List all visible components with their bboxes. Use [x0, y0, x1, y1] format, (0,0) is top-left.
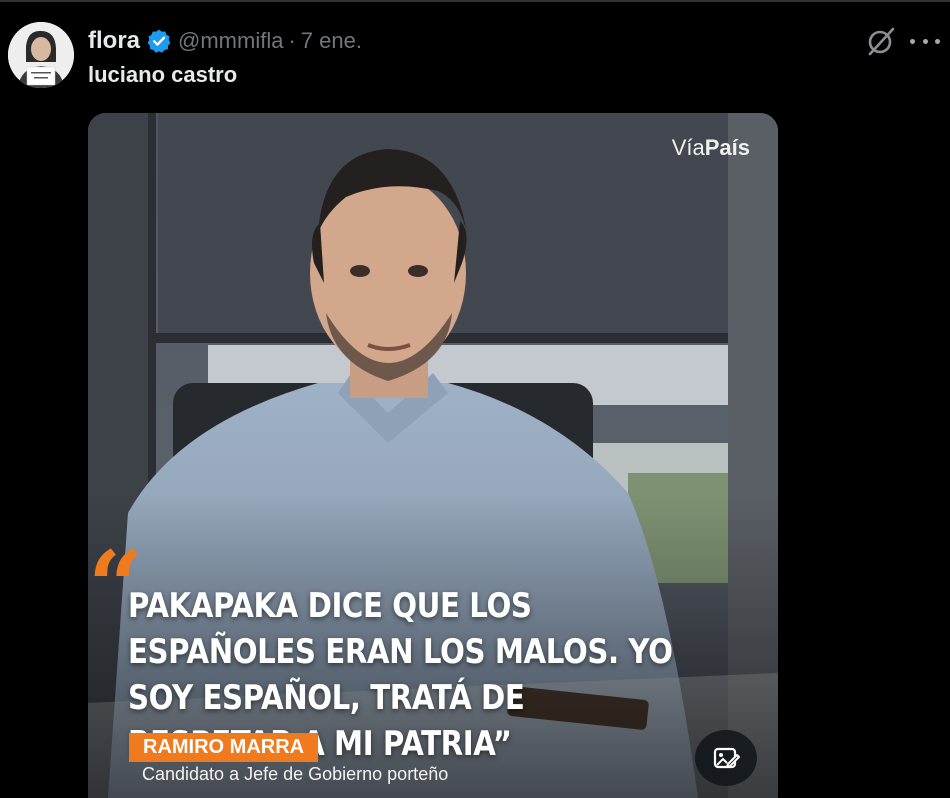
source-watermark: VíaPaís — [671, 135, 750, 160]
user-handle[interactable]: @mmmifla — [178, 28, 283, 54]
post-header: flora @mmmifla · 7 ene. — [88, 24, 362, 58]
grok-icon[interactable] — [864, 24, 898, 58]
top-divider — [0, 0, 950, 2]
avatar[interactable] — [8, 22, 74, 88]
post-date[interactable]: 7 ene. — [301, 28, 362, 54]
image-caption: Candidato a Jefe de Gobierno porteño — [142, 764, 449, 784]
image-edit-icon[interactable] — [695, 730, 757, 786]
display-name[interactable]: flora — [88, 27, 140, 55]
post-text: luciano castro — [88, 62, 238, 87]
separator-dot: · — [288, 28, 296, 53]
name-tag: RAMIRO MARRA — [129, 733, 319, 762]
post-image[interactable]: VíaPaís “ PAKAPAKA DICE QUE LOS ESPAÑOLE… — [88, 113, 778, 798]
verified-badge-icon — [146, 28, 172, 54]
more-icon[interactable] — [910, 27, 940, 55]
